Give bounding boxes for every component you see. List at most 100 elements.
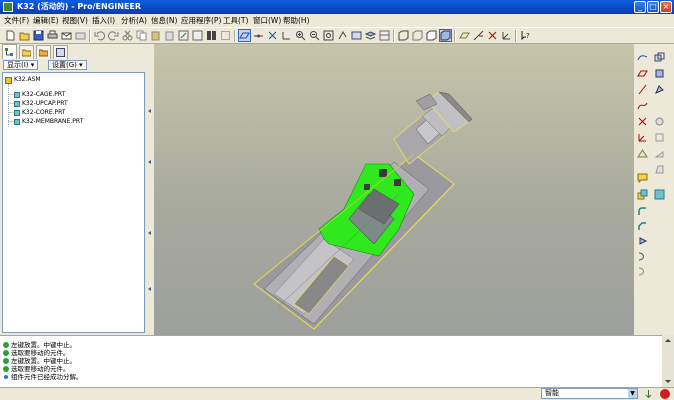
mirror-icon[interactable] [635, 249, 649, 263]
maximize-button[interactable]: □ [647, 1, 659, 13]
sketch-tool-icon[interactable] [635, 50, 649, 64]
panel-sash[interactable] [146, 44, 153, 335]
message-line: 左键放置。中键中止。 [3, 341, 76, 349]
tree-item-part[interactable]: K32-MEMBRANE.PRT [14, 118, 83, 126]
round-icon[interactable] [635, 204, 649, 218]
component-assemble-icon[interactable] [635, 187, 649, 201]
tree-item-part[interactable]: K32-UPCAP.PRT [14, 100, 68, 108]
regen-manager-icon[interactable] [191, 29, 204, 42]
message-text: 左键放置。中键中止。 [11, 357, 76, 365]
shading-icon[interactable] [439, 29, 452, 42]
datum-point-right-icon[interactable] [635, 114, 649, 128]
hidden-line-icon[interactable] [411, 29, 424, 42]
reorient-icon[interactable] [336, 29, 349, 42]
merge-icon[interactable] [635, 264, 649, 278]
email-link-icon[interactable] [74, 29, 87, 42]
menu-applications[interactable]: 应用程序(P) [181, 15, 221, 26]
datum-plane-toggle-icon[interactable] [238, 29, 251, 42]
pattern-icon[interactable] [635, 234, 649, 248]
model-tree: K32.ASM K32-CAGE.PRT K32-UPCAP.PRT K32-C… [2, 72, 145, 333]
save-icon[interactable] [32, 29, 45, 42]
part-icon [14, 110, 20, 116]
no-hidden-icon[interactable] [425, 29, 438, 42]
send-mail-icon[interactable] [60, 29, 73, 42]
window-title: K32 (活动的) - Pro/ENGINEER [17, 2, 142, 11]
regen-status-icon[interactable] [644, 389, 653, 398]
hole-icon[interactable] [652, 114, 666, 128]
part-icon [14, 119, 20, 125]
print-icon[interactable] [46, 29, 59, 42]
graphics-window[interactable] [154, 44, 634, 335]
datum-axis-tool-icon[interactable] [472, 29, 485, 42]
extrude-icon[interactable] [652, 66, 666, 80]
component-create-icon[interactable] [652, 187, 666, 201]
selection-filter[interactable]: 智能 ▼ [541, 388, 638, 399]
redo-icon[interactable] [107, 29, 120, 42]
new-file-icon[interactable] [4, 29, 17, 42]
refit-icon[interactable] [322, 29, 335, 42]
undo-icon[interactable] [93, 29, 106, 42]
annotation-icon[interactable] [635, 170, 649, 184]
menu-tools[interactable]: 工具(T) [223, 15, 248, 26]
shell-icon[interactable] [652, 130, 666, 144]
saved-views-icon[interactable] [350, 29, 363, 42]
datum-plane-right-icon[interactable] [635, 66, 649, 80]
datum-analysis-icon[interactable] [635, 146, 649, 160]
select-box-icon[interactable] [219, 29, 232, 42]
tree-item-part[interactable]: K32-CAGE.PRT [14, 91, 65, 99]
revolve-icon[interactable] [652, 82, 666, 96]
layers-icon[interactable] [364, 29, 377, 42]
regenerate-icon[interactable] [177, 29, 190, 42]
app-icon[interactable] [3, 2, 13, 12]
datum-axis-right-icon[interactable] [635, 82, 649, 96]
datum-point-toggle-icon[interactable] [266, 29, 279, 42]
paste-special-icon[interactable] [163, 29, 176, 42]
tree-item-part[interactable]: K32-CORE.PRT [14, 109, 66, 117]
cut-icon[interactable] [121, 29, 134, 42]
model-view [253, 91, 473, 330]
search-tool-icon[interactable] [205, 29, 218, 42]
datum-csys-tool-icon[interactable] [500, 29, 513, 42]
menu-view[interactable]: 视图(V) [62, 15, 88, 26]
zoom-out-icon[interactable] [308, 29, 321, 42]
menu-analysis[interactable]: 分析(A) [121, 15, 147, 26]
sketch-plane-icon[interactable] [652, 50, 666, 64]
prompt-icon [3, 366, 9, 372]
tab-favorites[interactable] [36, 45, 51, 59]
coordinate-system-icon[interactable] [280, 29, 293, 42]
open-folder-icon[interactable] [18, 29, 31, 42]
chamfer-icon[interactable] [635, 219, 649, 233]
datum-curve-icon[interactable] [635, 98, 649, 112]
zoom-in-icon[interactable] [294, 29, 307, 42]
draft-icon[interactable] [652, 162, 666, 176]
tab-folder-browser[interactable] [19, 45, 34, 59]
menu-edit[interactable]: 编辑(E) [33, 15, 59, 26]
datum-point-tool-icon[interactable] [486, 29, 499, 42]
menu-info[interactable]: 信息(N) [151, 15, 177, 26]
datum-axis-toggle-icon[interactable] [252, 29, 265, 42]
menu-insert[interactable]: 插入(I) [92, 15, 115, 26]
settings-dropdown[interactable]: 设置(G) ▾ [48, 60, 87, 70]
show-dropdown[interactable]: 显示(I) ▾ [3, 60, 39, 70]
whats-this-help-icon[interactable]: ? [519, 29, 532, 42]
copy-icon[interactable] [135, 29, 148, 42]
tab-web[interactable] [53, 45, 68, 59]
wireframe-icon[interactable] [397, 29, 410, 42]
message-scrollbar[interactable] [662, 335, 674, 387]
stop-sign-icon[interactable] [660, 389, 670, 399]
minimize-button[interactable]: _ [634, 1, 646, 13]
paste-icon[interactable] [149, 29, 162, 42]
rib-icon[interactable] [652, 146, 666, 160]
close-button[interactable]: × [660, 1, 672, 13]
chevron-down-icon[interactable]: ▼ [628, 389, 637, 398]
view-manager-icon[interactable] [378, 29, 391, 42]
browser-icon [56, 48, 65, 57]
menu-help[interactable]: 帮助(H) [283, 15, 310, 26]
message-text: 选取要移动的元件。 [11, 365, 70, 373]
datum-plane-tool-icon[interactable] [458, 29, 471, 42]
menu-file[interactable]: 文件(F) [4, 15, 29, 26]
tab-model-tree[interactable] [2, 44, 17, 59]
datum-csys-right-icon[interactable] [635, 130, 649, 144]
menu-window[interactable]: 窗口(W) [253, 15, 281, 26]
prompt-icon [3, 342, 9, 348]
